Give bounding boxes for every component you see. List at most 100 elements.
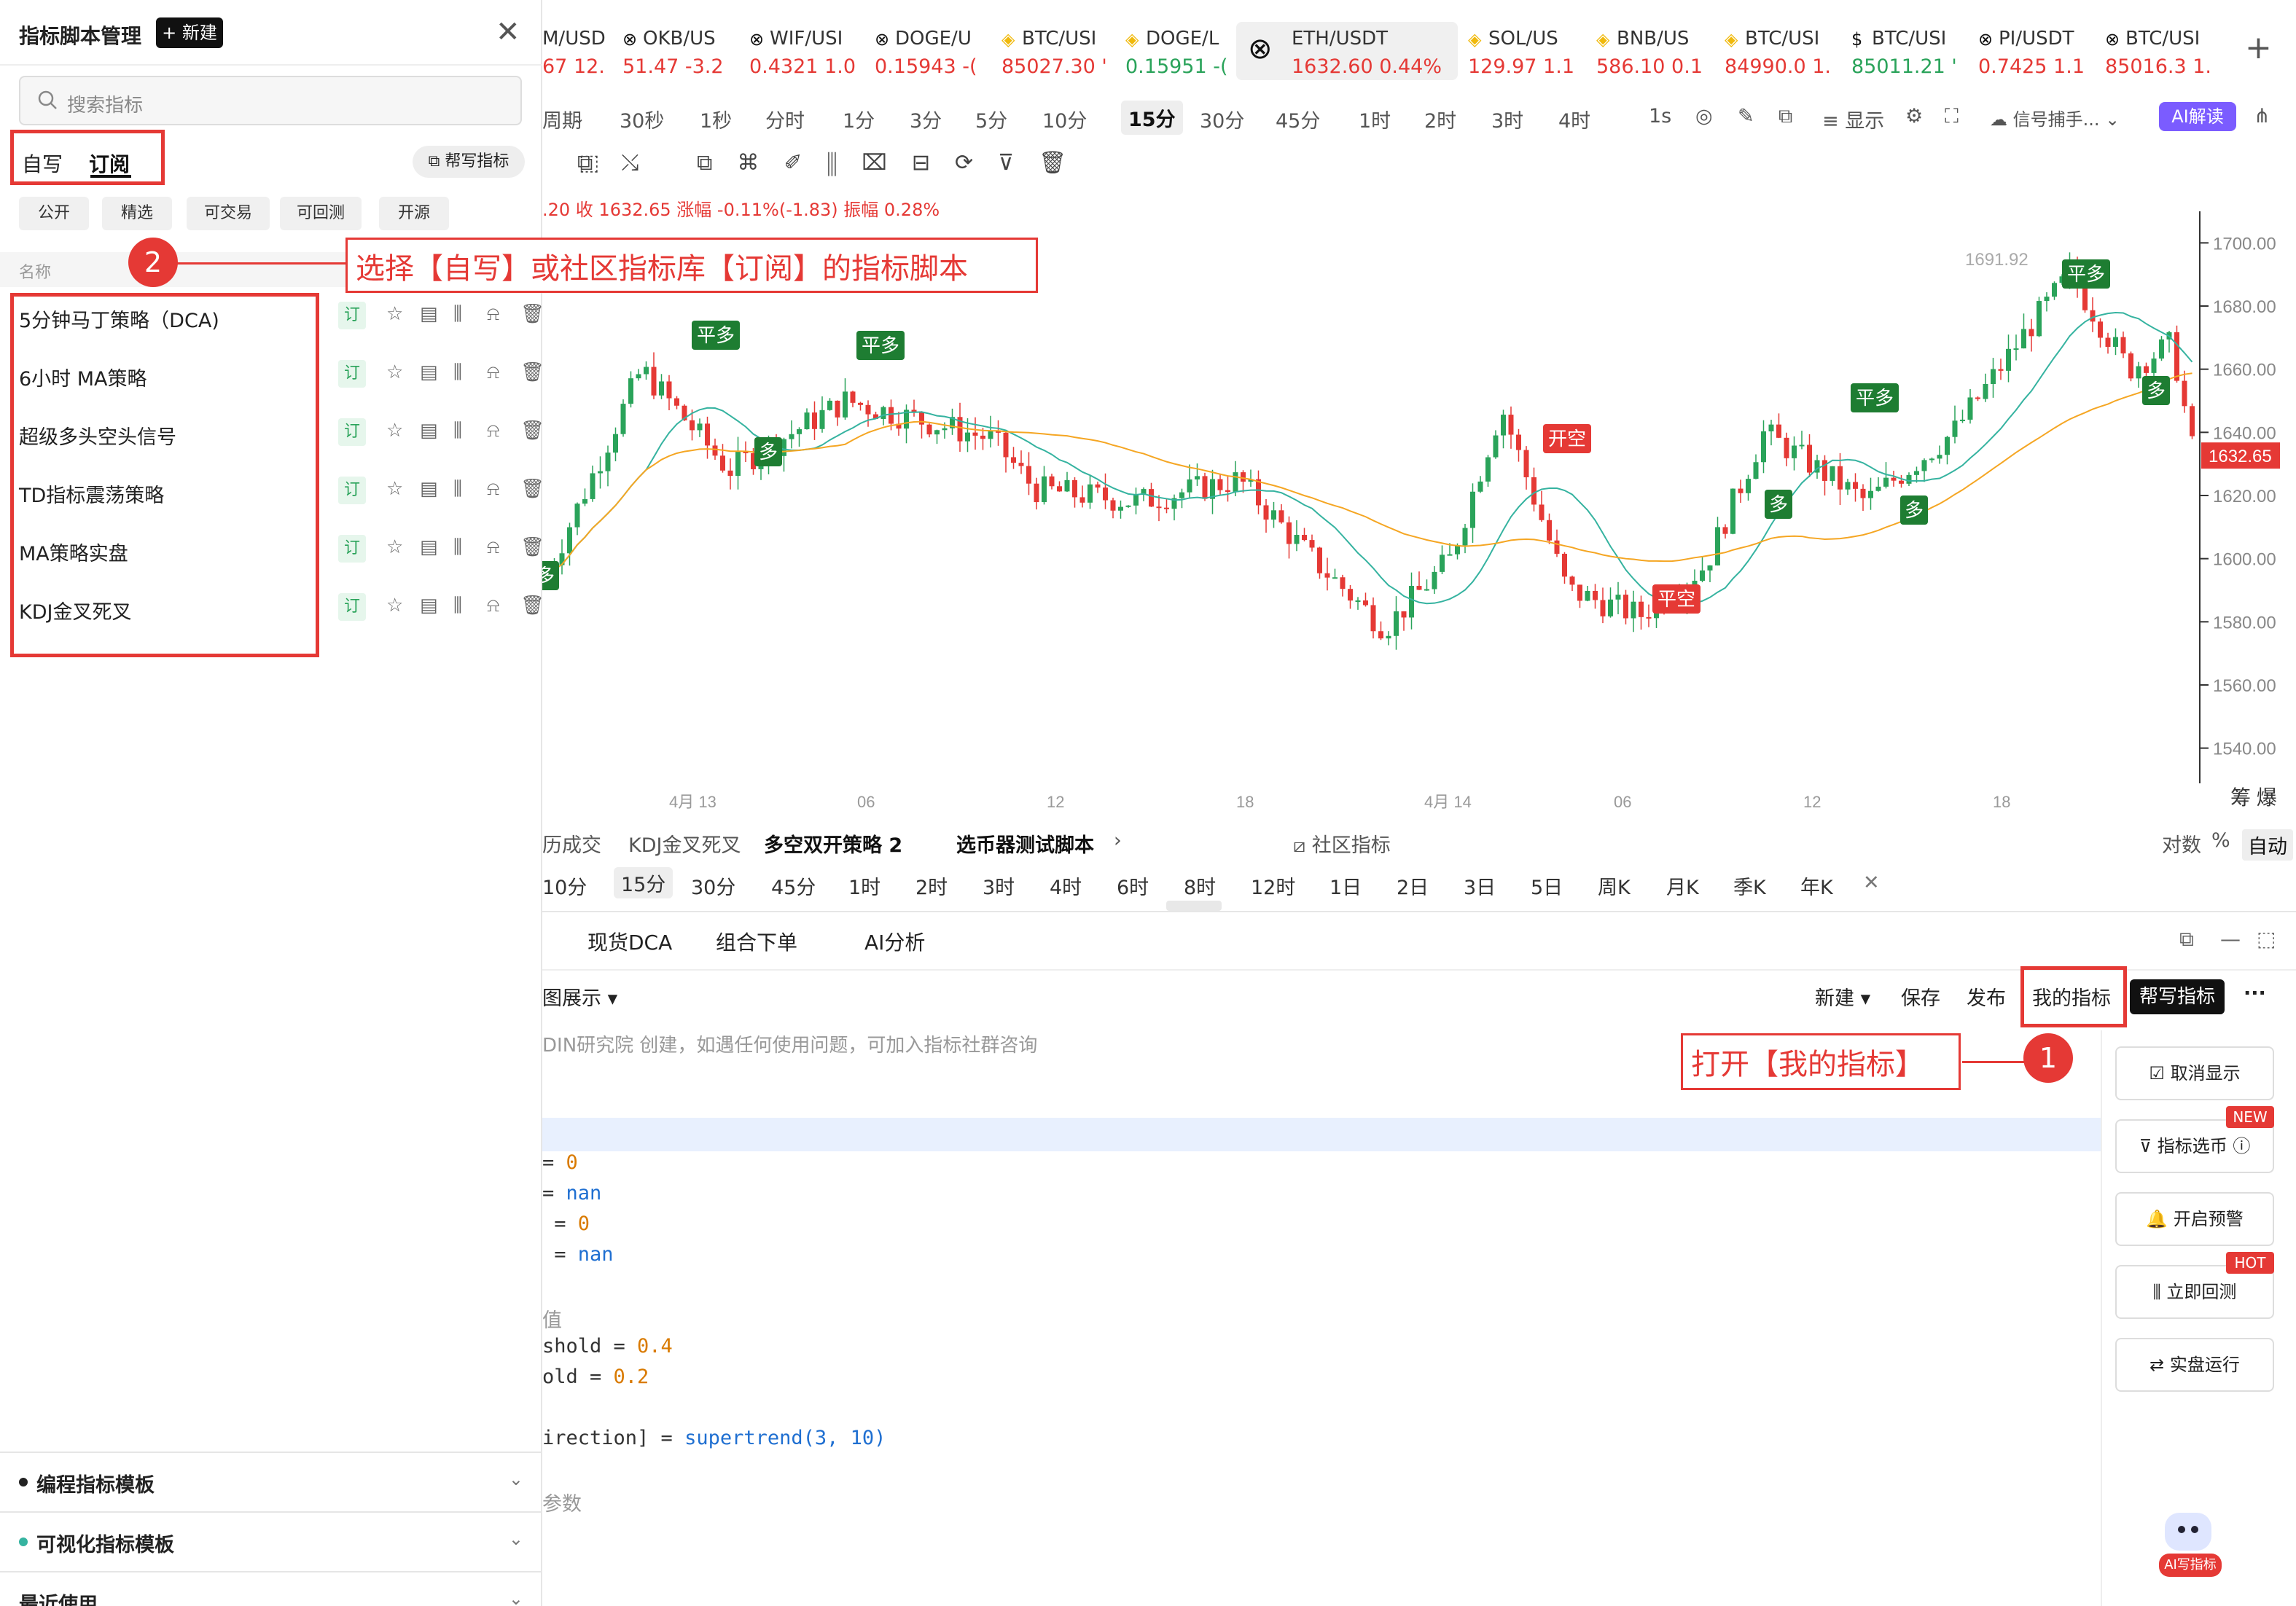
backtest-icon[interactable]: ⫼	[453, 595, 462, 617]
interval-1[interactable]: 30秒	[620, 105, 664, 133]
star-icon[interactable]: ☆	[386, 420, 403, 442]
code-line[interactable]: 值	[542, 1304, 562, 1333]
script-item-name[interactable]: 6小时 MA策略	[19, 363, 147, 391]
doc-icon[interactable]: ▤	[420, 478, 438, 500]
code-line[interactable]: = nan	[542, 1182, 601, 1204]
range-tab-6[interactable]: 3时	[983, 871, 1015, 900]
doc-icon[interactable]: ▤	[420, 595, 438, 616]
code-line[interactable]: 参数	[542, 1488, 582, 1516]
interval-1s[interactable]: 1s	[1649, 105, 1671, 128]
backtest-icon[interactable]: ⫼	[453, 361, 462, 384]
my-indicator-button[interactable]: 我的指标	[2032, 982, 2111, 1011]
signal-catcher-dropdown[interactable]: ☁ 信号捕手... ⌄	[1990, 105, 2120, 130]
doc-icon[interactable]: ▤	[420, 361, 438, 383]
code-line[interactable]: irection] = supertrend(3, 10)	[542, 1427, 886, 1449]
script-item-name[interactable]: MA策略实盘	[19, 538, 128, 566]
ticker-7[interactable]: ◈ SOL/US 129.97 1.1	[1468, 22, 1590, 80]
scale-auto[interactable]: 自动	[2242, 829, 2293, 861]
popout-icon[interactable]: ⧉	[2179, 927, 2194, 952]
range-tab-9[interactable]: 8时	[1184, 871, 1216, 900]
range-tab-16[interactable]: 月K	[1666, 871, 1699, 900]
help-write-indicator-button[interactable]: ⧉ 帮写指标	[413, 146, 525, 178]
editor-save-button[interactable]: 保存	[1901, 982, 1940, 1011]
star-icon[interactable]: ☆	[386, 595, 403, 616]
star-icon[interactable]: ☆	[386, 361, 403, 383]
filter-0[interactable]: 公开	[19, 197, 89, 230]
interval-14[interactable]: 4时	[1558, 105, 1590, 133]
ticker-10[interactable]: $ BTC/USI 85011.21 '	[1851, 22, 1974, 80]
tab-ai-analysis[interactable]: AI分析	[864, 927, 925, 956]
code-line[interactable]: = nan	[542, 1243, 613, 1266]
interval-4[interactable]: 1分	[843, 105, 875, 133]
interval-11[interactable]: 1时	[1359, 105, 1391, 133]
fullscreen-icon[interactable]: ⛶	[1945, 105, 1959, 128]
ai-read-button[interactable]: AI解读	[2159, 102, 2236, 131]
editor-publish-button[interactable]: 发布	[1967, 982, 2006, 1011]
interval-12[interactable]: 2时	[1424, 105, 1456, 133]
code-line[interactable]: = 0	[542, 1151, 578, 1174]
display-button[interactable]: ≡ 显示	[1822, 105, 1884, 133]
tab-own-scripts[interactable]: 自写	[22, 149, 63, 178]
alert-icon[interactable]: ⍾	[487, 536, 499, 559]
script-tab-3[interactable]: 选币器测试脚本	[956, 829, 1094, 858]
accordion-2[interactable]: 最近使用 ⌄	[0, 1571, 542, 1606]
maximize-icon[interactable]: ⬚	[2257, 927, 2276, 951]
star-icon[interactable]: ☆	[386, 478, 403, 500]
ticker-6[interactable]: ⊗ ETH/USDT 1632.60 0.44%	[1236, 22, 1458, 80]
interval-13[interactable]: 3时	[1491, 105, 1523, 133]
code-line[interactable]: = 0	[542, 1213, 590, 1235]
filter-1[interactable]: 精选	[102, 197, 172, 230]
range-tab-18[interactable]: 年K	[1800, 871, 1833, 900]
ticker-12[interactable]: ⊗ BTC/USI 85016.3 1.	[2105, 22, 2227, 80]
delete-icon[interactable]: 🗑	[520, 536, 544, 558]
side-button-2[interactable]: 🔔 开启预警	[2115, 1192, 2274, 1246]
script-item-name[interactable]: TD指标震荡策略	[19, 479, 164, 508]
minimize-icon[interactable]: —	[2220, 927, 2241, 951]
code-line[interactable]: old = 0.2	[542, 1366, 649, 1388]
backtest-icon[interactable]: ⫼	[453, 420, 462, 442]
chevron-down-icon[interactable]: ⌄	[573, 109, 585, 127]
alert-icon[interactable]: ⍾	[487, 595, 499, 617]
editor-new-dropdown[interactable]: 新建 ▾	[1815, 982, 1870, 1011]
ticker-9[interactable]: ◈ BTC/USI 84990.0 1.	[1725, 22, 1847, 80]
range-tab-1[interactable]: 15分	[614, 867, 673, 898]
doc-icon[interactable]: ▤	[420, 303, 438, 325]
interval-9[interactable]: 30分	[1200, 105, 1244, 133]
filter-3[interactable]: 可回测	[280, 197, 362, 230]
alert-icon[interactable]: ⍾	[487, 361, 499, 384]
ticker-2[interactable]: ⊗ WIF/USI 0.4321 1.0	[749, 22, 872, 80]
script-tab-1[interactable]: KDJ金叉死叉	[628, 829, 741, 858]
side-button-4[interactable]: ⇄ 实盘运行	[2115, 1338, 2274, 1392]
filter-4[interactable]: 开源	[379, 197, 449, 230]
ticker-8[interactable]: ◈ BNB/US 586.10 0.1	[1596, 22, 1719, 80]
doc-icon[interactable]: ▤	[420, 420, 438, 442]
tab-spot-dca[interactable]: 现货DCA	[587, 927, 672, 956]
interval-2[interactable]: 1秒	[700, 105, 732, 133]
range-tab-10[interactable]: 12时	[1251, 871, 1295, 900]
accordion-0[interactable]: 编程指标模板 ⌄	[0, 1452, 542, 1510]
tab-combo-order[interactable]: 组合下单	[716, 927, 797, 956]
code-line[interactable]: shold = 0.4	[542, 1335, 673, 1358]
alert-icon[interactable]: ⍾	[487, 420, 499, 442]
share-icon[interactable]: ⋔	[2254, 105, 2270, 128]
ticker-11[interactable]: ⊗ PI/USDT 0.7425 1.1	[1978, 22, 2101, 80]
camera-icon[interactable]: ◎	[1695, 105, 1713, 128]
doc-icon[interactable]: ▤	[420, 536, 438, 558]
delete-icon[interactable]: 🗑	[520, 420, 544, 442]
scale-log[interactable]: 对数	[2162, 829, 2201, 858]
delete-icon[interactable]: 🗑	[520, 361, 544, 383]
script-tab-2[interactable]: 多空双开策略 2	[764, 829, 902, 858]
search-box[interactable]: 搜索指标	[19, 76, 522, 125]
side-button-0[interactable]: ☑ 取消显示	[2115, 1046, 2274, 1100]
backtest-icon[interactable]: ⫼	[453, 303, 462, 326]
interval-5[interactable]: 3分	[910, 105, 942, 133]
interval-3[interactable]: 分时	[765, 105, 805, 133]
range-tab-0[interactable]: 10分	[542, 871, 587, 900]
filter-2[interactable]: 可交易	[187, 197, 270, 230]
ticker-3[interactable]: ⊗ DOGE/U 0.15943 -(	[875, 22, 997, 80]
chart-display-dropdown[interactable]: 图展示 ▾	[542, 982, 617, 1011]
range-tab-8[interactable]: 6时	[1117, 871, 1149, 900]
chart-tools[interactable]: ⧉⌘✐⫼⌧⊟⟳⊽🗑	[697, 150, 1091, 176]
range-tab-11[interactable]: 1日	[1329, 871, 1362, 900]
interval-7[interactable]: 10分	[1042, 105, 1087, 133]
